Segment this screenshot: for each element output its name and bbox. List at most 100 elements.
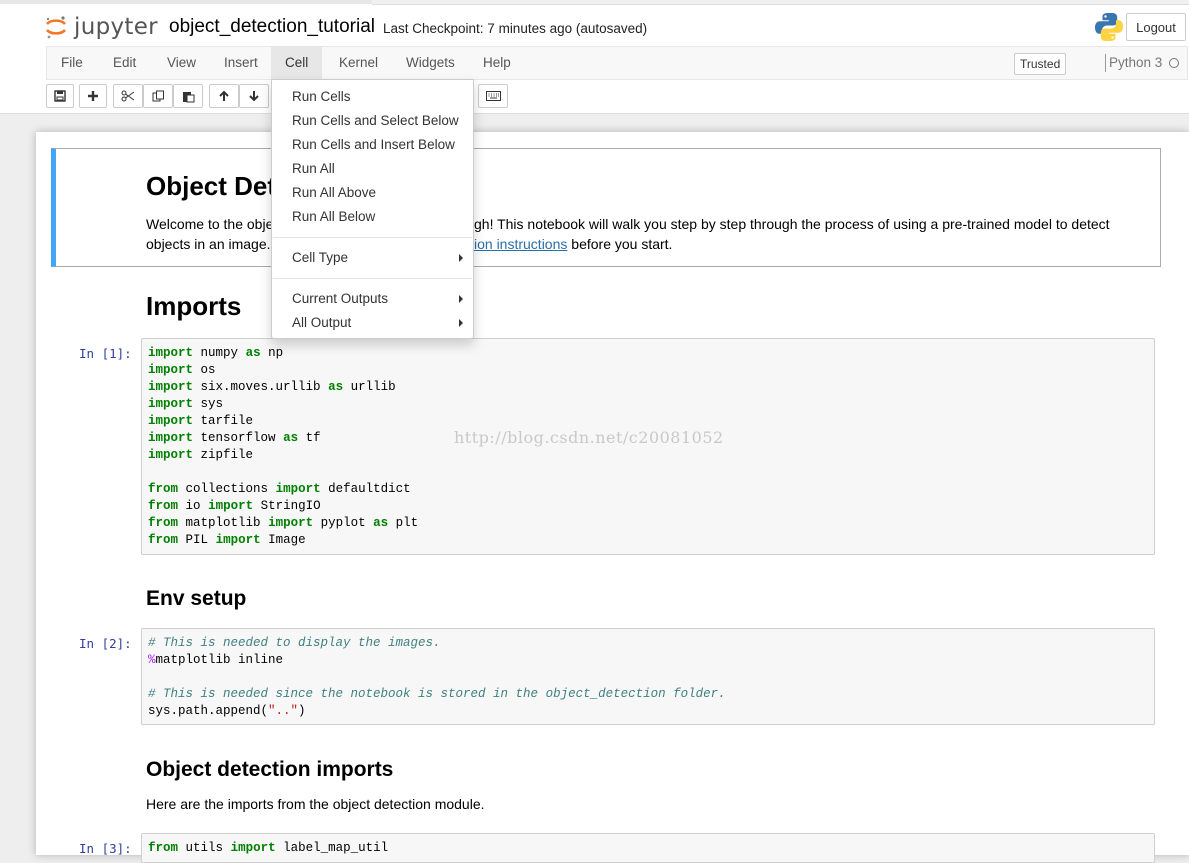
copy-button[interactable]	[143, 84, 173, 108]
intro-text-line1: Welcome to the obje	[146, 214, 273, 234]
checkpoint-status: Last Checkpoint: 7 minutes ago (autosave…	[383, 21, 648, 36]
menubar: File Edit View Insert Cell Kernel Widget…	[46, 46, 1188, 80]
code-line: from io import StringIO	[148, 498, 321, 515]
code-token: pyplot	[320, 516, 366, 530]
code-token: matplotlib inline	[155, 653, 284, 667]
code-line: import numpy as np	[148, 345, 283, 362]
code-keyword: import	[230, 841, 276, 855]
cell-prompt-2: In [2]:	[79, 636, 132, 651]
browser-tab-area	[372, 0, 1189, 5]
menu-file[interactable]: File	[47, 47, 97, 79]
code-token: tarfile	[200, 414, 254, 428]
code-line: # This is needed since the notebook is s…	[148, 686, 726, 703]
code-token: numpy	[200, 346, 239, 360]
kernel-name[interactable]: Python 3	[1109, 47, 1162, 79]
cut-button[interactable]	[113, 84, 143, 108]
code-token: plt	[395, 516, 419, 530]
logout-button[interactable]: Logout	[1126, 13, 1186, 41]
installation-instructions-link[interactable]: ion instructions	[474, 236, 567, 252]
code-keyword: import	[148, 431, 194, 445]
kernel-idle-icon	[1169, 58, 1179, 68]
cut-icon	[121, 90, 135, 102]
move-up-button[interactable]	[209, 84, 239, 108]
intro-text-line2-right: ion instructions before you start.	[474, 234, 672, 254]
header-divider	[0, 113, 1189, 114]
env-setup-heading: Env setup	[146, 587, 247, 610]
menu-cell[interactable]: Cell	[271, 47, 323, 79]
menu-all-output-label: All Output	[292, 315, 352, 330]
intro-text-line1-right: gh! This notebook will walk you step by …	[474, 216, 1110, 232]
menu-widgets[interactable]: Widgets	[392, 47, 469, 79]
trusted-indicator[interactable]: Trusted	[1014, 53, 1067, 75]
code-line: import sys	[148, 396, 223, 413]
code-cell-3[interactable]: from utils import label_map_util	[141, 833, 1155, 863]
code-token: sys	[200, 397, 224, 411]
jupyter-logo[interactable]: jupyter	[44, 10, 158, 44]
code-line: import tensorflow as tf	[148, 430, 321, 447]
menu-run-all-above[interactable]: Run All Above	[272, 181, 473, 205]
code-keyword: import	[275, 482, 321, 496]
arrow-down-icon	[249, 91, 259, 102]
menu-kernel[interactable]: Kernel	[325, 47, 392, 79]
menu-run-cells-insert-below[interactable]: Run Cells and Insert Below	[272, 133, 473, 157]
code-keyword: from	[148, 841, 179, 855]
code-token: matplotlib	[185, 516, 261, 530]
menu-edit[interactable]: Edit	[99, 47, 150, 79]
code-line: import os	[148, 362, 216, 379]
code-cell-2[interactable]: # This is needed to display the images.%…	[141, 628, 1155, 725]
code-token: utils	[185, 841, 224, 855]
code-keyword: from	[148, 516, 179, 530]
menu-cell-type[interactable]: Cell Type	[272, 246, 473, 270]
jupyter-logo-text: jupyter	[74, 14, 158, 40]
menu-current-outputs[interactable]: Current Outputs	[272, 287, 473, 311]
insert-cell-button[interactable]	[79, 84, 107, 108]
code-line: from collections import defaultdict	[148, 481, 411, 498]
submenu-arrow-icon	[459, 319, 463, 327]
move-down-button[interactable]	[239, 84, 269, 108]
cell-prompt-1: In [1]:	[79, 346, 132, 361]
save-icon	[54, 90, 66, 102]
menu-run-all[interactable]: Run All	[272, 157, 473, 181]
menu-insert[interactable]: Insert	[210, 47, 272, 79]
python-logo-icon	[1093, 11, 1125, 43]
menu-run-all-below[interactable]: Run All Below	[272, 205, 473, 229]
code-comment: # This is needed since the notebook is s…	[148, 687, 726, 701]
menu-help[interactable]: Help	[469, 47, 525, 79]
menu-all-output[interactable]: All Output	[272, 311, 473, 335]
code-token: zipfile	[200, 448, 254, 462]
imports-heading: Imports	[146, 291, 242, 321]
code-keyword: from	[148, 533, 179, 547]
menu-run-cells[interactable]: Run Cells	[272, 85, 473, 109]
command-palette-button[interactable]	[478, 84, 508, 108]
save-button[interactable]	[46, 84, 74, 108]
code-line: sys.path.append("..")	[148, 703, 306, 720]
code-line: import six.moves.urllib as urllib	[148, 379, 396, 396]
code-line: from PIL import Image	[148, 532, 306, 549]
code-token: six.moves.urllib	[200, 380, 321, 394]
code-keyword: as	[328, 380, 344, 394]
code-token: PIL	[185, 533, 209, 547]
intro-text-line2: objects in an image.	[146, 236, 271, 252]
keyboard-icon	[485, 91, 501, 101]
menu-separator	[273, 237, 472, 238]
code-token: io	[185, 499, 201, 513]
menu-cell-type-label: Cell Type	[292, 250, 349, 265]
code-line: from utils import label_map_util	[148, 840, 388, 857]
code-line: # This is needed to display the images.	[148, 635, 441, 652]
code-token: ".."	[268, 704, 299, 718]
code-line: %matplotlib inline	[148, 652, 283, 669]
code-keyword: import	[215, 533, 261, 547]
submenu-arrow-icon	[459, 295, 463, 303]
arrow-up-icon	[219, 90, 229, 101]
code-comment: # This is needed to display the images.	[148, 636, 441, 650]
code-token: Image	[268, 533, 306, 547]
menu-separator	[273, 278, 472, 279]
paste-button[interactable]	[173, 84, 203, 108]
code-token: np	[268, 346, 284, 360]
menu-run-cells-select-below[interactable]: Run Cells and Select Below	[272, 109, 473, 133]
code-token: StringIO	[260, 499, 321, 513]
code-keyword: import	[148, 346, 194, 360]
notebook-name[interactable]: object_detection_tutorial	[169, 16, 375, 38]
notebook-title: Object Det	[146, 171, 277, 201]
menu-view[interactable]: View	[153, 47, 210, 79]
